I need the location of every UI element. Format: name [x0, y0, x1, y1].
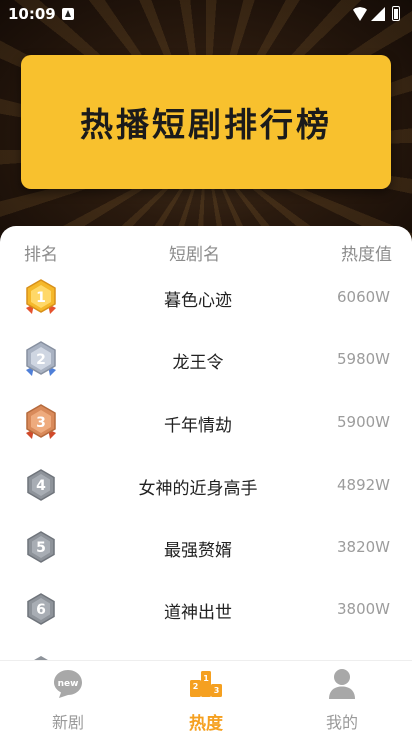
gold-medal-icon: 1: [26, 279, 56, 314]
ranking-row[interactable]: 5 最强赘婿 3820W: [0, 528, 412, 568]
nav-label-mine: 我的: [325, 713, 358, 732]
user-icon: [329, 669, 355, 699]
bottom-nav: new 新剧 1 2 3 热度 我的: [0, 660, 412, 735]
heat-value: 3820W: [336, 538, 390, 556]
rank-badge-icon: 4: [27, 469, 55, 501]
medal-rank: 3: [36, 415, 46, 431]
medal-rank: 2: [36, 352, 46, 368]
header-heat: 热度值: [341, 245, 392, 265]
heat-value: 5980W: [336, 350, 390, 368]
new-badge-text: new: [58, 679, 79, 689]
heat-value: 6060W: [336, 288, 390, 306]
header-background: 10:09 热播短剧排行榜: [0, 0, 412, 250]
notification-icon: [62, 8, 74, 20]
nav-label-new: 新剧: [51, 713, 84, 732]
new-icon: new: [54, 670, 82, 698]
rank-badge-icon: 5: [27, 531, 55, 563]
header-name: 短剧名: [169, 245, 220, 265]
drama-title[interactable]: 暮色心迹: [90, 286, 306, 311]
svg-text:2: 2: [193, 682, 199, 691]
nav-item-new[interactable]: new 新剧: [18, 661, 118, 735]
nav-item-heat[interactable]: 1 2 3 热度: [156, 661, 256, 735]
signal-icon: [371, 7, 385, 21]
banner-title: 热播短剧排行榜: [80, 105, 332, 144]
ranking-row[interactable]: 6 道神出世 3800W: [0, 590, 412, 630]
ranking-row[interactable]: 2 龙王令 5980W: [0, 340, 412, 380]
medal-rank: 1: [36, 290, 46, 306]
nav-label-heat: 热度: [189, 714, 223, 734]
drama-title[interactable]: 龙王令: [90, 348, 306, 373]
status-time: 10:09: [8, 5, 56, 23]
wifi-icon: [353, 7, 367, 21]
svg-text:1: 1: [203, 674, 209, 683]
silver-medal-icon: 2: [26, 341, 56, 376]
battery-icon: [392, 6, 400, 21]
podium-icon: 1 2 3: [190, 671, 222, 697]
heat-value: 3800W: [336, 600, 390, 618]
ranking-row[interactable]: 3 千年情劫 5900W: [0, 403, 412, 443]
heat-value: 4892W: [336, 476, 390, 494]
header-rank: 排名: [24, 245, 58, 265]
ranking-panel: 排名 短剧名 热度值 1 暮色心迹 6060W 2 龙王令 5980W 3 千年…: [0, 226, 412, 660]
bronze-medal-icon: 3: [26, 404, 56, 439]
svg-text:3: 3: [214, 686, 220, 695]
ranking-banner: 热播短剧排行榜: [21, 55, 391, 189]
drama-title[interactable]: 女神的近身高手: [90, 474, 306, 499]
medal-rank: 5: [36, 540, 46, 556]
drama-title[interactable]: 最强赘婿: [90, 536, 306, 561]
drama-title[interactable]: 千年情劫: [90, 411, 306, 436]
rank-badge-icon: [34, 656, 48, 660]
medal-rank: 4: [36, 478, 46, 494]
medal-rank: 6: [36, 602, 46, 618]
ranking-row[interactable]: 1 暮色心迹 6060W: [0, 278, 412, 318]
rank-badge-icon: 6: [27, 593, 55, 625]
heat-value: 5900W: [336, 413, 390, 431]
ranking-row[interactable]: 4 女神的近身高手 4892W: [0, 466, 412, 506]
nav-item-mine[interactable]: 我的: [292, 661, 392, 735]
drama-title[interactable]: 道神出世: [90, 598, 306, 623]
status-bar: 10:09: [0, 0, 412, 30]
